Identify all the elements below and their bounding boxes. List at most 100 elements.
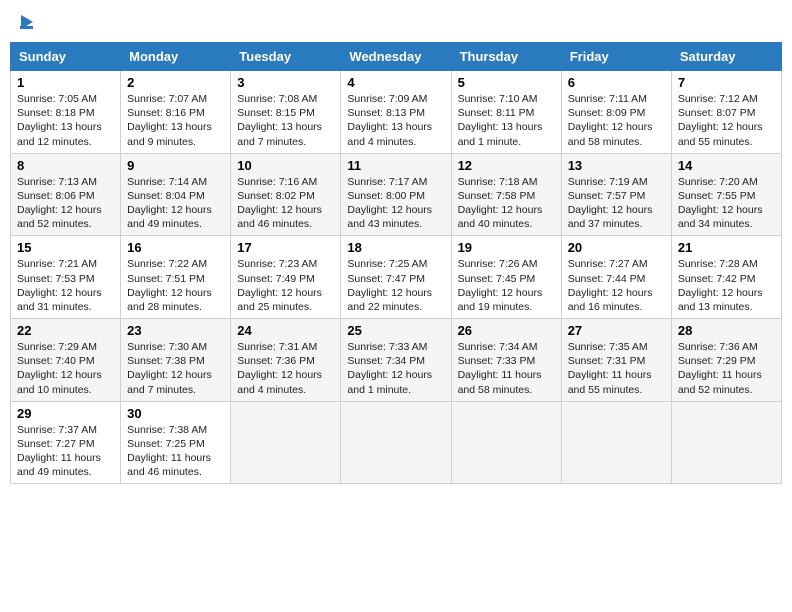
day-info: Sunrise: 7:20 AM Sunset: 7:55 PM Dayligh… (678, 175, 775, 232)
day-number: 18 (347, 240, 444, 255)
calendar-cell: 16 Sunrise: 7:22 AM Sunset: 7:51 PM Dayli… (121, 236, 231, 319)
day-info: Sunrise: 7:27 AM Sunset: 7:44 PM Dayligh… (568, 257, 665, 314)
day-number: 15 (17, 240, 114, 255)
day-number: 6 (568, 75, 665, 90)
calendar-cell (231, 401, 341, 484)
calendar-cell: 8 Sunrise: 7:13 AM Sunset: 8:06 PM Daylig… (11, 153, 121, 236)
day-info: Sunrise: 7:33 AM Sunset: 7:34 PM Dayligh… (347, 340, 444, 397)
calendar-cell: 14 Sunrise: 7:20 AM Sunset: 7:55 PM Dayli… (671, 153, 781, 236)
day-number: 26 (458, 323, 555, 338)
day-number: 24 (237, 323, 334, 338)
calendar-cell: 6Sunrise: 7:11 AM Sunset: 8:09 PM Daylig… (561, 71, 671, 154)
calendar-cell: 24 Sunrise: 7:31 AM Sunset: 7:36 PM Dayli… (231, 319, 341, 402)
calendar-week-row: 15 Sunrise: 7:21 AM Sunset: 7:53 PM Dayli… (11, 236, 782, 319)
day-info: Sunrise: 7:38 AM Sunset: 7:25 PM Dayligh… (127, 423, 224, 480)
day-info: Sunrise: 7:18 AM Sunset: 7:58 PM Dayligh… (458, 175, 555, 232)
calendar-cell: 12 Sunrise: 7:18 AM Sunset: 7:58 PM Dayli… (451, 153, 561, 236)
day-number: 3 (237, 75, 334, 90)
day-number: 16 (127, 240, 224, 255)
day-info: Sunrise: 7:14 AM Sunset: 8:04 PM Dayligh… (127, 175, 224, 232)
calendar-cell (451, 401, 561, 484)
day-number: 19 (458, 240, 555, 255)
calendar-cell: 3 Sunrise: 7:08 AM Sunset: 8:15 PM Daylig… (231, 71, 341, 154)
day-info: Sunrise: 7:10 AM Sunset: 8:11 PM Dayligh… (458, 92, 555, 149)
day-number: 22 (17, 323, 114, 338)
calendar-cell: 27Sunrise: 7:35 AM Sunset: 7:31 PM Dayli… (561, 319, 671, 402)
calendar-cell: 4Sunrise: 7:09 AM Sunset: 8:13 PM Daylig… (341, 71, 451, 154)
weekday-header-saturday: Saturday (671, 43, 781, 71)
calendar-cell: 9 Sunrise: 7:14 AM Sunset: 8:04 PM Daylig… (121, 153, 231, 236)
day-info: Sunrise: 7:16 AM Sunset: 8:02 PM Dayligh… (237, 175, 334, 232)
calendar-week-row: 29 Sunrise: 7:37 AM Sunset: 7:27 PM Dayli… (11, 401, 782, 484)
day-info: Sunrise: 7:07 AM Sunset: 8:16 PM Dayligh… (127, 92, 224, 149)
day-info: Sunrise: 7:29 AM Sunset: 7:40 PM Dayligh… (17, 340, 114, 397)
calendar-body: 1 Sunrise: 7:05 AM Sunset: 8:18 PM Daylig… (11, 71, 782, 484)
day-number: 23 (127, 323, 224, 338)
calendar-cell: 29 Sunrise: 7:37 AM Sunset: 7:27 PM Dayli… (11, 401, 121, 484)
calendar-table: SundayMondayTuesdayWednesdayThursdayFrid… (10, 42, 782, 484)
logo (20, 15, 33, 29)
day-number: 25 (347, 323, 444, 338)
day-number: 5 (458, 75, 555, 90)
logo-underline (20, 26, 33, 29)
day-info: Sunrise: 7:21 AM Sunset: 7:53 PM Dayligh… (17, 257, 114, 314)
day-info: Sunrise: 7:23 AM Sunset: 7:49 PM Dayligh… (237, 257, 334, 314)
calendar-cell: 2 Sunrise: 7:07 AM Sunset: 8:16 PM Daylig… (121, 71, 231, 154)
calendar-cell: 11Sunrise: 7:17 AM Sunset: 8:00 PM Dayli… (341, 153, 451, 236)
day-number: 17 (237, 240, 334, 255)
calendar-cell: 25 Sunrise: 7:33 AM Sunset: 7:34 PM Dayli… (341, 319, 451, 402)
calendar-cell: 21 Sunrise: 7:28 AM Sunset: 7:42 PM Dayli… (671, 236, 781, 319)
calendar-cell: 19 Sunrise: 7:26 AM Sunset: 7:45 PM Dayli… (451, 236, 561, 319)
day-number: 8 (17, 158, 114, 173)
day-number: 7 (678, 75, 775, 90)
day-info: Sunrise: 7:31 AM Sunset: 7:36 PM Dayligh… (237, 340, 334, 397)
calendar-cell: 20Sunrise: 7:27 AM Sunset: 7:44 PM Dayli… (561, 236, 671, 319)
day-info: Sunrise: 7:26 AM Sunset: 7:45 PM Dayligh… (458, 257, 555, 314)
day-info: Sunrise: 7:25 AM Sunset: 7:47 PM Dayligh… (347, 257, 444, 314)
day-info: Sunrise: 7:19 AM Sunset: 7:57 PM Dayligh… (568, 175, 665, 232)
day-info: Sunrise: 7:12 AM Sunset: 8:07 PM Dayligh… (678, 92, 775, 149)
day-info: Sunrise: 7:08 AM Sunset: 8:15 PM Dayligh… (237, 92, 334, 149)
calendar-cell: 28Sunrise: 7:36 AM Sunset: 7:29 PM Dayli… (671, 319, 781, 402)
calendar-cell: 7 Sunrise: 7:12 AM Sunset: 8:07 PM Daylig… (671, 71, 781, 154)
weekday-header-wednesday: Wednesday (341, 43, 451, 71)
day-info: Sunrise: 7:30 AM Sunset: 7:38 PM Dayligh… (127, 340, 224, 397)
weekday-header-tuesday: Tuesday (231, 43, 341, 71)
day-number: 10 (237, 158, 334, 173)
day-info: Sunrise: 7:17 AM Sunset: 8:00 PM Dayligh… (347, 175, 444, 232)
day-info: Sunrise: 7:13 AM Sunset: 8:06 PM Dayligh… (17, 175, 114, 232)
day-number: 14 (678, 158, 775, 173)
day-info: Sunrise: 7:34 AM Sunset: 7:33 PM Dayligh… (458, 340, 555, 397)
day-number: 30 (127, 406, 224, 421)
day-number: 13 (568, 158, 665, 173)
day-info: Sunrise: 7:28 AM Sunset: 7:42 PM Dayligh… (678, 257, 775, 314)
day-number: 29 (17, 406, 114, 421)
calendar-cell: 30 Sunrise: 7:38 AM Sunset: 7:25 PM Dayli… (121, 401, 231, 484)
calendar-header-row: SundayMondayTuesdayWednesdayThursdayFrid… (11, 43, 782, 71)
day-number: 2 (127, 75, 224, 90)
day-number: 1 (17, 75, 114, 90)
weekday-header-friday: Friday (561, 43, 671, 71)
calendar-cell: 22 Sunrise: 7:29 AM Sunset: 7:40 PM Dayli… (11, 319, 121, 402)
calendar-cell: 18 Sunrise: 7:25 AM Sunset: 7:47 PM Dayli… (341, 236, 451, 319)
calendar-cell (341, 401, 451, 484)
weekday-header-sunday: Sunday (11, 43, 121, 71)
page-header (10, 10, 782, 34)
day-number: 21 (678, 240, 775, 255)
calendar-cell: 23 Sunrise: 7:30 AM Sunset: 7:38 PM Dayli… (121, 319, 231, 402)
weekday-header-monday: Monday (121, 43, 231, 71)
day-number: 9 (127, 158, 224, 173)
day-info: Sunrise: 7:05 AM Sunset: 8:18 PM Dayligh… (17, 92, 114, 149)
calendar-cell: 15 Sunrise: 7:21 AM Sunset: 7:53 PM Dayli… (11, 236, 121, 319)
day-info: Sunrise: 7:35 AM Sunset: 7:31 PM Dayligh… (568, 340, 665, 397)
calendar-cell: 13 Sunrise: 7:19 AM Sunset: 7:57 PM Dayli… (561, 153, 671, 236)
day-info: Sunrise: 7:22 AM Sunset: 7:51 PM Dayligh… (127, 257, 224, 314)
calendar-cell (561, 401, 671, 484)
calendar-cell: 10 Sunrise: 7:16 AM Sunset: 8:02 PM Dayli… (231, 153, 341, 236)
calendar-week-row: 22 Sunrise: 7:29 AM Sunset: 7:40 PM Dayli… (11, 319, 782, 402)
weekday-header-thursday: Thursday (451, 43, 561, 71)
day-info: Sunrise: 7:37 AM Sunset: 7:27 PM Dayligh… (17, 423, 114, 480)
day-number: 12 (458, 158, 555, 173)
calendar-cell (671, 401, 781, 484)
day-info: Sunrise: 7:36 AM Sunset: 7:29 PM Dayligh… (678, 340, 775, 397)
